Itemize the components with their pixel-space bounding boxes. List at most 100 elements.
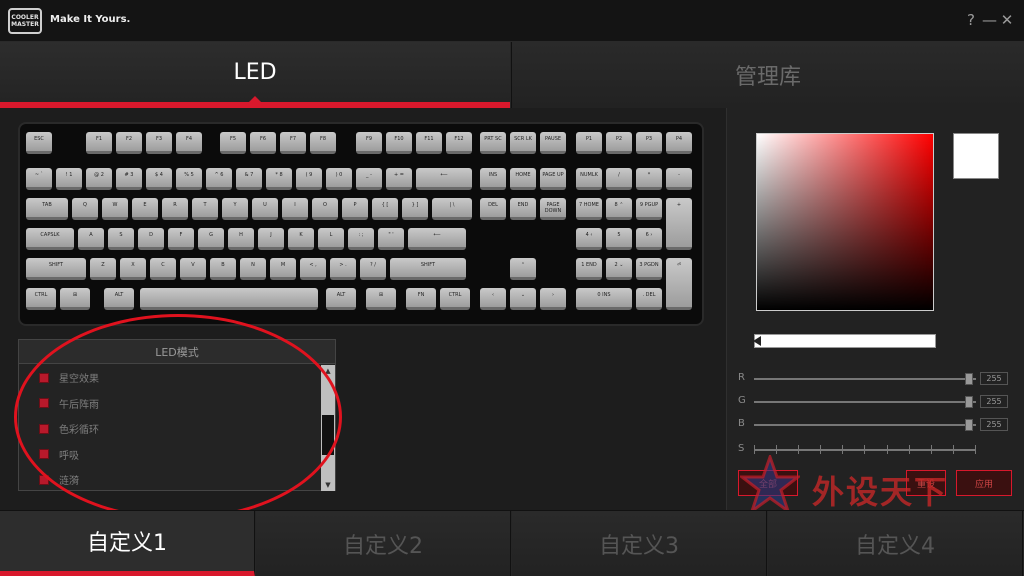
key[interactable]: ‹ (480, 288, 506, 310)
key[interactable]: V (180, 258, 206, 280)
key[interactable]: PRT SC (480, 132, 506, 154)
key[interactable]: # 3 (116, 168, 142, 190)
key[interactable]: I (282, 198, 308, 220)
key[interactable]: ) 0 (326, 168, 352, 190)
key[interactable]: Y (222, 198, 248, 220)
key[interactable]: 2 ⌄ (606, 258, 632, 280)
select-all-button[interactable]: 全部 (738, 470, 798, 496)
key[interactable]: 7 HOME (576, 198, 602, 220)
key[interactable]: N (240, 258, 266, 280)
profile-tab-1[interactable]: 自定义1 (0, 511, 255, 576)
key[interactable]: P4 (666, 132, 692, 154)
close-icon[interactable]: ✕ (1000, 11, 1014, 29)
key[interactable]: * (636, 168, 662, 190)
hue-slider[interactable] (753, 334, 936, 348)
key[interactable]: 6 › (636, 228, 662, 250)
key[interactable]: * 8 (266, 168, 292, 190)
scroll-thumb[interactable] (322, 415, 334, 455)
key[interactable]: ~ ` (26, 168, 52, 190)
key[interactable]: PAUSE (540, 132, 566, 154)
key[interactable]: W (102, 198, 128, 220)
reset-button[interactable]: 重设 (906, 470, 946, 496)
key[interactable]: F7 (280, 132, 306, 154)
key[interactable]: + = (386, 168, 412, 190)
key[interactable]: B (210, 258, 236, 280)
key[interactable]: ^ 6 (206, 168, 232, 190)
slider-handle[interactable] (965, 373, 973, 385)
profile-tab-3[interactable]: 自定义3 (512, 511, 767, 576)
key[interactable]: F2 (116, 132, 142, 154)
key[interactable]: ⏎ (666, 258, 692, 310)
key[interactable]: R (162, 198, 188, 220)
checkbox-icon[interactable] (39, 449, 49, 460)
key[interactable]: $ 4 (146, 168, 172, 190)
key[interactable]: ⟵ (416, 168, 472, 190)
key[interactable]: F9 (356, 132, 382, 154)
slider-handle[interactable] (965, 419, 973, 431)
profile-tab-4[interactable]: 自定义4 (768, 511, 1023, 576)
led-mode-item[interactable]: 午后阵雨 (19, 391, 321, 417)
key[interactable]: ⟵ (408, 228, 466, 250)
slider-track[interactable] (754, 401, 976, 403)
key[interactable]: CAPSLK (26, 228, 74, 250)
key[interactable]: M (270, 258, 296, 280)
checkbox-icon[interactable] (39, 474, 49, 485)
key[interactable]: ? / (360, 258, 386, 280)
key[interactable]: CTRL (440, 288, 470, 310)
key[interactable] (140, 288, 318, 310)
slider-handle[interactable] (965, 396, 973, 408)
key[interactable]: & 7 (236, 168, 262, 190)
key[interactable]: ALT (104, 288, 134, 310)
key[interactable]: ESC (26, 132, 52, 154)
apply-button[interactable]: 应用 (956, 470, 1012, 496)
led-mode-item[interactable]: 涟漪 (19, 467, 321, 493)
key[interactable]: L (318, 228, 344, 250)
key[interactable]: / (606, 168, 632, 190)
key[interactable]: @ 2 (86, 168, 112, 190)
key[interactable]: 4 ‹ (576, 228, 602, 250)
key[interactable]: F3 (146, 132, 172, 154)
key[interactable]: | \ (432, 198, 472, 220)
key[interactable]: F12 (446, 132, 472, 154)
key[interactable]: G (198, 228, 224, 250)
key[interactable]: + (666, 198, 692, 250)
key[interactable]: P2 (606, 132, 632, 154)
key[interactable]: F (168, 228, 194, 250)
key[interactable]: < , (300, 258, 326, 280)
hue-marker-icon[interactable] (753, 336, 761, 346)
key[interactable]: : ; (348, 228, 374, 250)
key[interactable]: ⌄ (510, 288, 536, 310)
key[interactable]: F10 (386, 132, 412, 154)
key[interactable]: X (120, 258, 146, 280)
key[interactable]: F6 (250, 132, 276, 154)
slider-track[interactable] (754, 424, 976, 426)
key[interactable]: ⊞ (366, 288, 396, 310)
key[interactable]: F11 (416, 132, 442, 154)
key[interactable]: TAB (26, 198, 68, 220)
key[interactable]: A (78, 228, 104, 250)
key[interactable]: ! 1 (56, 168, 82, 190)
key[interactable]: E (132, 198, 158, 220)
key[interactable]: - (666, 168, 692, 190)
key[interactable]: END (510, 198, 536, 220)
slider-value[interactable]: 255 (980, 418, 1008, 431)
led-mode-item[interactable]: 色彩循环 (19, 416, 321, 442)
minimize-icon[interactable]: — (982, 11, 997, 29)
key[interactable]: F4 (176, 132, 202, 154)
key[interactable]: S (108, 228, 134, 250)
key[interactable]: SHIFT (390, 258, 466, 280)
key[interactable]: P1 (576, 132, 602, 154)
slider-track[interactable] (754, 378, 976, 380)
scroll-down-icon[interactable]: ▼ (321, 479, 335, 491)
key[interactable]: J (258, 228, 284, 250)
slider-value[interactable]: 255 (980, 372, 1008, 385)
tab-library[interactable]: 管理库 (511, 42, 1024, 108)
key[interactable]: { [ (372, 198, 398, 220)
key[interactable]: 3 PGDN (636, 258, 662, 280)
key[interactable]: 0 INS (576, 288, 632, 310)
key[interactable]: C (150, 258, 176, 280)
key[interactable]: INS (480, 168, 506, 190)
key[interactable]: ⌃ (510, 258, 536, 280)
checkbox-icon[interactable] (39, 372, 49, 383)
key[interactable]: SCR LK (510, 132, 536, 154)
